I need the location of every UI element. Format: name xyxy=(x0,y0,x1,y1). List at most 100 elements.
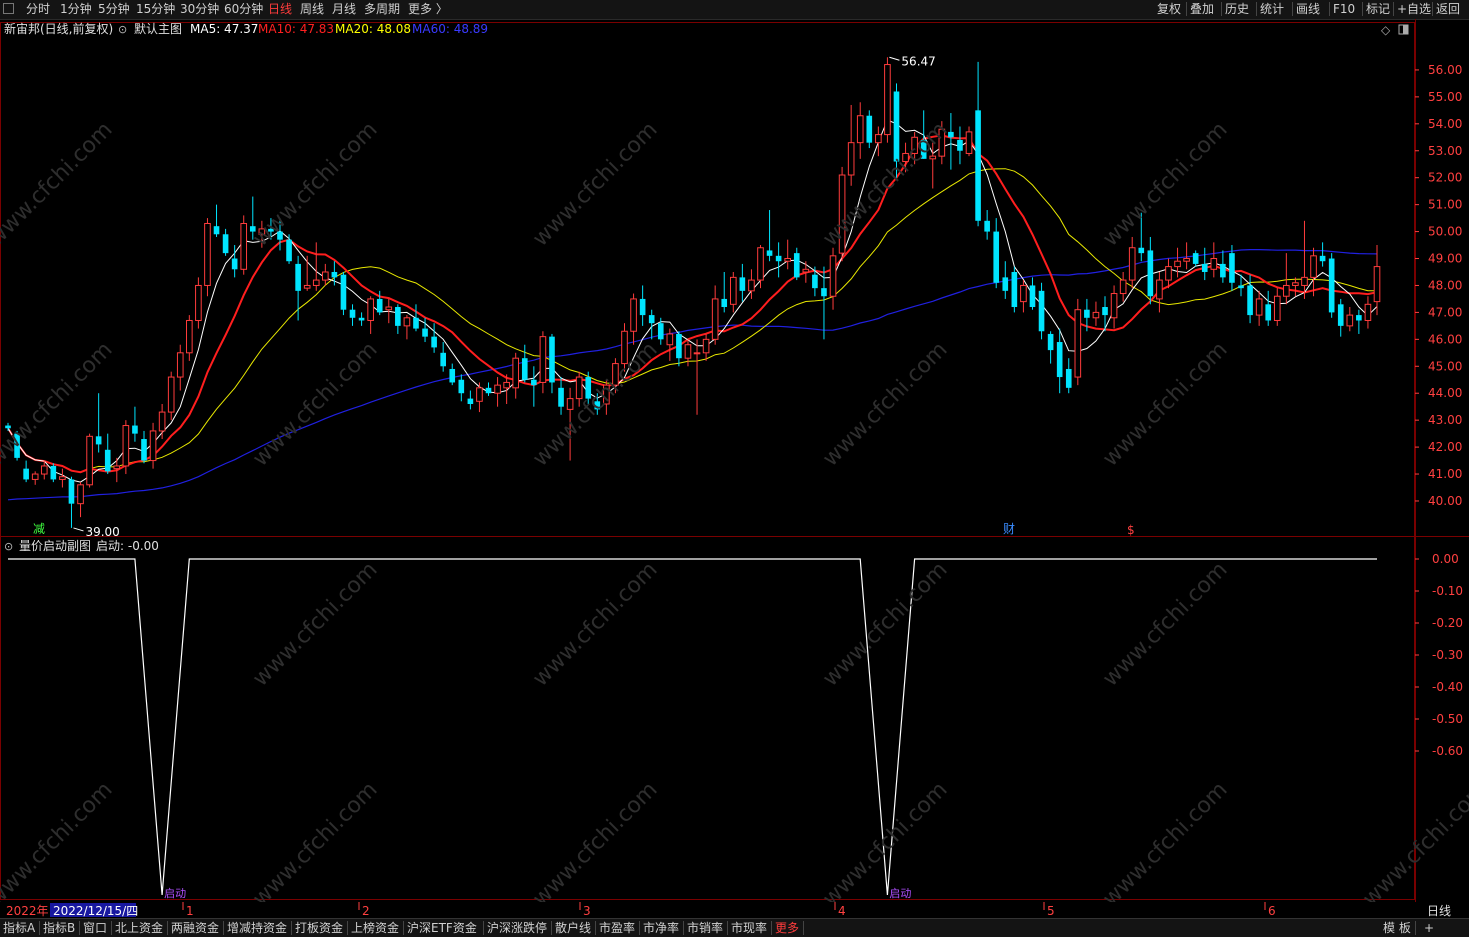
candle-body xyxy=(1220,263,1226,278)
candle-body xyxy=(1356,315,1362,321)
bottom-tab-5[interactable]: 增减持资金 xyxy=(227,920,287,936)
candle-body xyxy=(1128,247,1136,281)
period-tab-1[interactable]: 1分钟 xyxy=(60,1,92,18)
period-tab-2[interactable]: 5分钟 xyxy=(98,1,130,18)
bottom-tab-9[interactable]: 沪深涨跌停 xyxy=(487,920,547,936)
candle xyxy=(303,255,311,291)
stock-chart[interactable]: 新宙邦(日线,前复权) ⊙ 默认主图 MA5: 47.37 MA10: 47.8… xyxy=(0,19,1469,921)
candle xyxy=(31,471,39,485)
toolbar-action-5[interactable]: F10 xyxy=(1333,1,1355,18)
period-tab-10[interactable]: 更多 〉 xyxy=(408,1,448,18)
candle xyxy=(213,204,220,237)
toolbar-action-1[interactable]: 叠加 xyxy=(1190,1,1214,18)
candle-body xyxy=(132,425,138,434)
ma5-legend: MA5: 47.37 xyxy=(190,22,258,36)
candle-body xyxy=(1265,304,1272,321)
period-tab-5[interactable]: 60分钟 xyxy=(224,1,263,18)
toolbar-action-4[interactable]: 画线 xyxy=(1296,1,1320,18)
bottom-tab-8[interactable]: 沪深ETF资金 xyxy=(407,920,477,936)
sub-chart-title[interactable]: 量价启动副图 xyxy=(19,539,91,553)
bottom-tab-12[interactable]: 市净率 xyxy=(643,920,679,936)
candle xyxy=(748,269,755,299)
diamond-icon[interactable]: ◇ xyxy=(1381,23,1391,37)
sub-dropdown-icon[interactable]: ⊙ xyxy=(4,540,13,553)
period-tab-4[interactable]: 30分钟 xyxy=(180,1,219,18)
candle-body xyxy=(829,255,837,297)
candle-body xyxy=(1138,247,1145,254)
period-tab-6[interactable]: 日线 xyxy=(268,1,292,18)
bottom-tab-2[interactable]: 窗口 xyxy=(83,920,107,936)
candle xyxy=(539,331,547,394)
bottom-tab-10[interactable]: 散户线 xyxy=(555,920,591,936)
candle xyxy=(1174,247,1181,278)
candle-body xyxy=(630,298,637,332)
candle-body xyxy=(684,344,692,359)
bottom-tab-11[interactable]: 市盈率 xyxy=(599,920,635,936)
candle xyxy=(322,263,329,286)
watermark-text: www.cfchi.com xyxy=(248,117,382,251)
bottom-tab-7[interactable]: 上榜资金 xyxy=(351,920,399,936)
candle xyxy=(176,344,184,391)
period-tab-7[interactable]: 周线 xyxy=(300,1,324,18)
bottom-tab-1[interactable]: 指标B xyxy=(43,920,75,936)
price-tick-label: 50.00 xyxy=(1428,225,1462,239)
template-dropdown[interactable]: ⊙ xyxy=(118,23,127,36)
toolbar-action-3[interactable]: 统计 xyxy=(1260,1,1284,18)
candle xyxy=(222,228,229,256)
toolbar-action-6[interactable]: 标记 xyxy=(1366,1,1390,18)
finance-marker[interactable]: 财 xyxy=(1003,522,1015,536)
dividend-marker[interactable]: $ xyxy=(1127,523,1135,537)
bottom-tab-14[interactable]: 市现率 xyxy=(731,920,767,936)
candle xyxy=(458,374,465,402)
bottom-tab-3[interactable]: 北上资金 xyxy=(115,920,163,936)
bottom-tab-13[interactable]: 市销率 xyxy=(687,920,723,936)
toolbar-action-7[interactable]: +自选 xyxy=(1397,1,1431,18)
candle-body xyxy=(286,239,292,262)
bottom-tab-4[interactable]: 两融资金 xyxy=(171,920,219,936)
candle-body xyxy=(141,439,147,461)
candle xyxy=(684,339,692,367)
candle xyxy=(122,420,130,475)
candle xyxy=(494,377,501,407)
period-label: 日线 xyxy=(1427,904,1451,918)
candle xyxy=(802,261,810,283)
bottom-tab-15[interactable]: 更多 xyxy=(775,920,799,936)
template-button[interactable]: 模 板 xyxy=(1383,920,1411,936)
window-menu-icon[interactable] xyxy=(3,3,14,14)
candle-body xyxy=(312,279,320,286)
candle xyxy=(240,215,248,275)
candle xyxy=(1373,245,1381,316)
candle-body xyxy=(1002,277,1009,291)
period-tab-3[interactable]: 15分钟 xyxy=(136,1,175,18)
candle xyxy=(1229,245,1235,291)
candle xyxy=(149,422,157,469)
candle xyxy=(68,476,75,528)
period-tab-0[interactable]: 分时 xyxy=(26,1,50,18)
candle-body xyxy=(176,352,184,378)
indicator-tick-label: -0.50 xyxy=(1432,712,1463,726)
toolbar-action-0[interactable]: 复权 xyxy=(1157,1,1181,18)
toolbar-action-2[interactable]: 历史 xyxy=(1225,1,1249,18)
candle-body xyxy=(95,436,102,445)
candle-body xyxy=(721,298,728,308)
main-template-label[interactable]: 默认主图 xyxy=(134,21,182,36)
candle xyxy=(167,371,175,421)
toolbar-action-8[interactable]: 返回 xyxy=(1436,1,1460,18)
price-tick-label: 43.00 xyxy=(1428,413,1462,427)
reduce-marker[interactable]: 减 xyxy=(33,522,45,536)
candle-body xyxy=(403,317,411,327)
month-label: 6 xyxy=(1268,904,1276,918)
candle-body xyxy=(1247,285,1253,316)
add-button[interactable]: + xyxy=(1424,920,1434,936)
period-tab-9[interactable]: 多周期 xyxy=(364,1,400,18)
bottom-tab-6[interactable]: 打板资金 xyxy=(295,920,343,936)
candle xyxy=(948,113,954,170)
candle xyxy=(1029,277,1036,310)
candle xyxy=(449,363,456,386)
bottom-tab-0[interactable]: 指标A xyxy=(3,920,35,936)
candle-body xyxy=(1165,266,1172,281)
candle-body xyxy=(167,376,175,413)
period-tab-8[interactable]: 月线 xyxy=(332,1,356,18)
candle xyxy=(721,271,728,313)
candle xyxy=(630,293,637,345)
